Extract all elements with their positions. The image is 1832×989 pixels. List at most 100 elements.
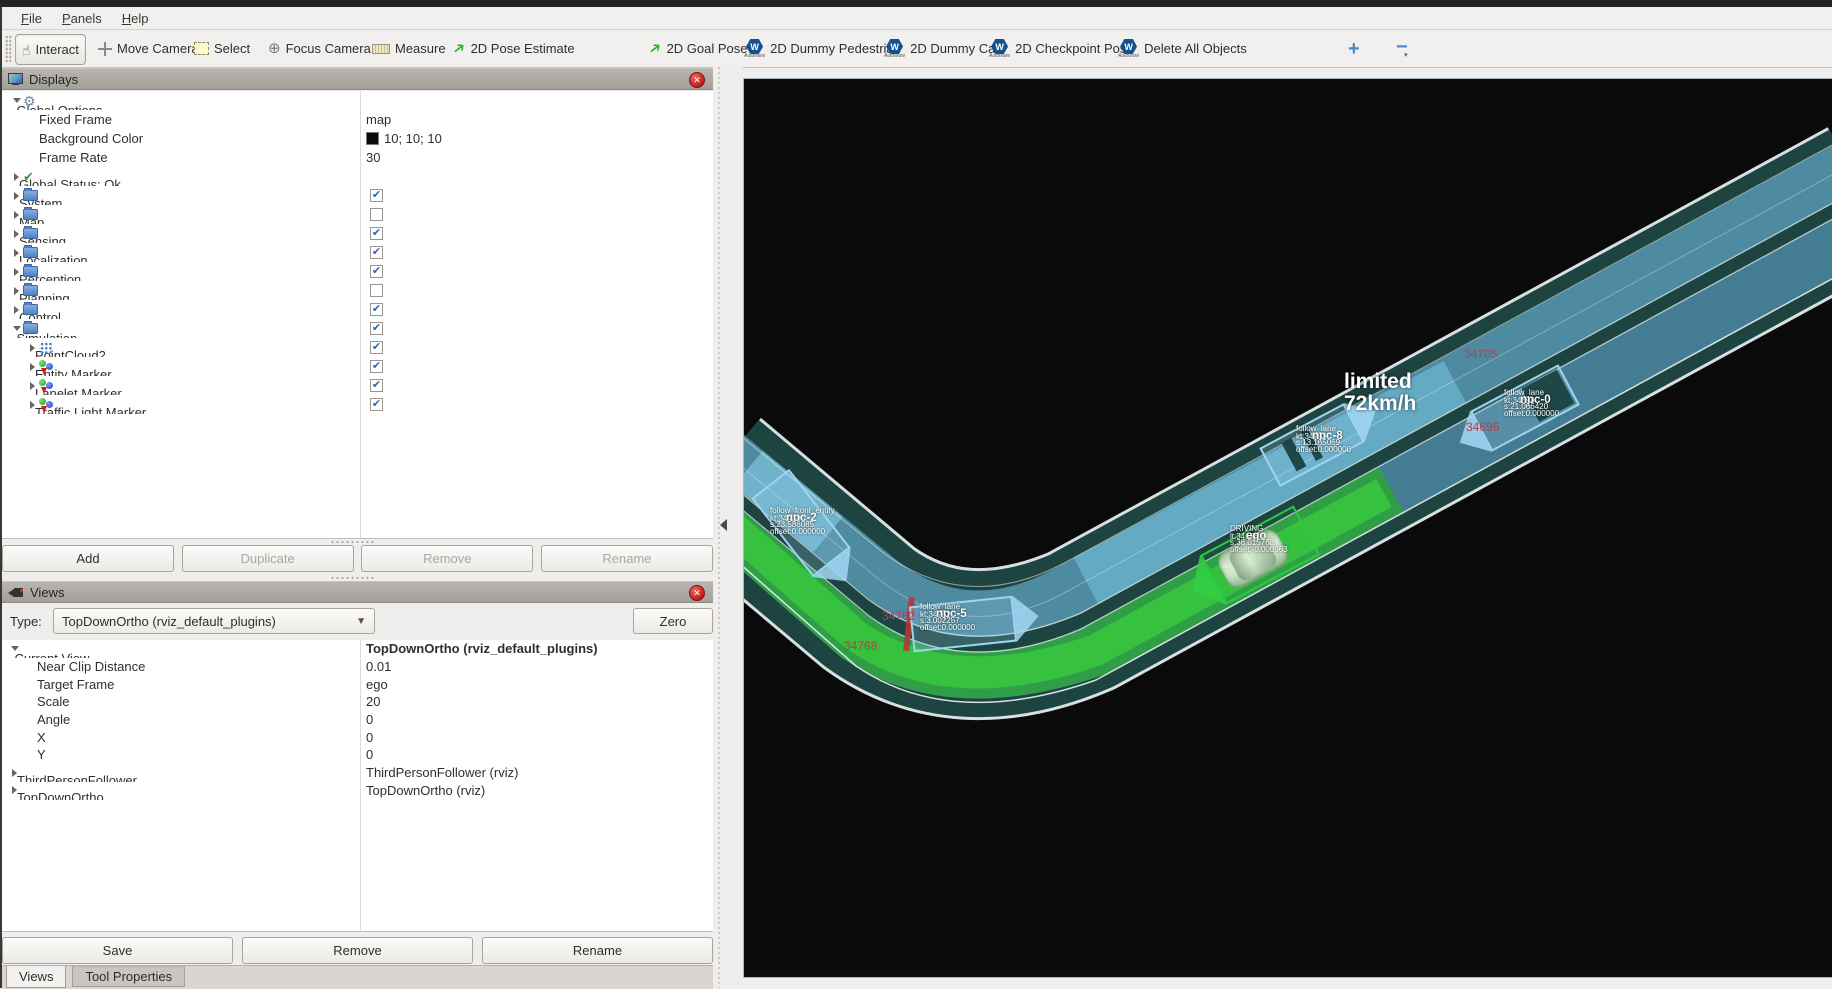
enable-checkbox[interactable]: ✔ [370,322,383,335]
expand-arrow-icon[interactable]: TopDownOrtho [8,786,21,794]
displays-row-global-options[interactable]: Global Options⚙ [2,91,713,110]
property-value[interactable]: 20 [366,694,380,709]
views-row-y[interactable]: Y0 [2,746,713,764]
expand-arrow-icon[interactable]: PointCloud2 [26,344,39,352]
views-row-x[interactable]: X0 [2,728,713,746]
zero-button[interactable]: Zero [633,608,713,634]
expand-arrow-icon[interactable]: Planning [10,287,23,295]
render-viewport-3d[interactable]: follow_lanekt:34705npc-8s:13.165069offse… [743,78,1832,978]
expand-arrow-icon[interactable]: System [10,192,23,200]
property-value[interactable]: 0 [366,747,373,762]
views-row-near-clip-distance[interactable]: Near Clip Distance0.01 [2,658,713,676]
displays-row-simulation[interactable]: Simulation ✔ [2,319,713,338]
displays-panel-titlebar[interactable]: Displays ✕ [2,68,713,90]
enable-checkbox[interactable]: ✔ [370,246,383,259]
displays-row-traffic-light-marker[interactable]: Traffic Light Marker ✔ [2,395,713,414]
views-row-thirdpersonfollower[interactable]: ThirdPersonFollower ThirdPersonFollower (… [2,764,713,782]
vehicle-label-npc-8: follow_lanekt:34705npc-8s:13.165069offse… [1296,425,1351,454]
displays-row-localization[interactable]: Localization ✔ [2,243,713,262]
displays-row-entity-marker[interactable]: Entity Marker ✔ [2,357,713,376]
displays-row-lanelet-marker[interactable]: Lanelet Marker ✔ [2,376,713,395]
tool-focus-camera[interactable]: ⊕Focus Camera [262,34,377,63]
enable-checkbox[interactable]: ✔ [370,360,383,373]
property-value[interactable]: 0 [366,712,373,727]
tool-select[interactable]: Select [188,34,256,63]
expand-arrow-icon[interactable]: Sensing [10,230,23,238]
displays-row-frame-rate[interactable]: Frame Rate30 [2,148,713,167]
displays-row-map[interactable]: Map [2,205,713,224]
displays-close-button[interactable]: ✕ [689,72,705,88]
enable-checkbox[interactable] [370,284,383,297]
displays-row-background-color[interactable]: Background Color10; 10; 10 [2,129,713,148]
property-value[interactable]: 30 [366,150,380,165]
views-row-target-frame[interactable]: Target Frameego [2,675,713,693]
expand-arrow-icon[interactable]: Map [10,211,23,219]
displays-row-sensing[interactable]: Sensing ✔ [2,224,713,243]
property-value[interactable]: ego [366,677,388,692]
enable-checkbox[interactable]: ✔ [370,265,383,278]
displays-row-perception[interactable]: Perception ✔ [2,262,713,281]
property-value[interactable]: TopDownOrtho (rviz) [366,783,485,798]
views-row-scale[interactable]: Scale20 [2,693,713,711]
expand-arrow-icon[interactable]: Localization [10,249,23,257]
save-button[interactable]: Save [2,937,233,964]
views-tree[interactable]: Current View TopDownOrtho (rviz_default_p… [2,640,713,932]
add-button[interactable]: Add [2,545,174,572]
property-value[interactable]: 0 [366,730,373,745]
displays-row-control[interactable]: Control ✔ [2,300,713,319]
views-panel-titlebar[interactable]: Views ✕ [2,581,713,603]
collapse-arrow-icon[interactable]: Global Options [10,98,23,103]
views-row-topdownortho[interactable]: TopDownOrtho TopDownOrtho (rviz) [2,782,713,800]
expand-arrow-icon[interactable]: Entity Marker [26,363,39,371]
enable-checkbox[interactable]: ✔ [370,303,383,316]
enable-checkbox[interactable]: ✔ [370,341,383,354]
add-tool-button[interactable]: + [1342,34,1366,63]
views-close-button[interactable]: ✕ [689,585,705,601]
remove-tool-button[interactable]: −▾ [1390,34,1414,63]
property-value[interactable]: 0.01 [366,659,391,674]
property-value[interactable]: map [366,112,391,127]
toolbar-drag-handle[interactable] [5,35,12,63]
tool-delete-all-objects[interactable]: WAutowareDelete All Objects [1112,34,1253,63]
property-value[interactable]: 10; 10; 10 [384,131,442,146]
rename-button[interactable]: Rename [482,937,713,964]
menu-item-panels[interactable]: Panels [53,9,111,28]
displays-row-pointcloud2[interactable]: PointCloud2 ✔ [2,338,713,357]
displays-tree[interactable]: Global Options⚙Fixed FramemapBackground … [2,91,713,539]
collapse-arrow-icon[interactable]: Current View [8,646,21,651]
expand-arrow-icon[interactable]: Lanelet Marker [26,382,39,390]
splitter-handle[interactable] [330,540,376,544]
enable-checkbox[interactable]: ✔ [370,379,383,392]
splitter-handle[interactable] [330,576,376,580]
collapse-arrow-icon[interactable] [720,519,727,531]
displays-row-planning[interactable]: Planning [2,281,713,300]
views-row-current-view[interactable]: Current View TopDownOrtho (rviz_default_p… [2,640,713,658]
tool-2d-pose-estimate[interactable]: ➔2D Pose Estimate [447,34,581,63]
displays-row-system[interactable]: System ✔ [2,186,713,205]
tab-views[interactable]: Views [6,966,66,988]
menu-item-help[interactable]: Help [113,9,158,28]
expand-arrow-icon[interactable]: ThirdPersonFollower [8,769,21,777]
expand-arrow-icon[interactable]: Traffic Light Marker [26,401,39,409]
enable-checkbox[interactable]: ✔ [370,189,383,202]
property-value[interactable]: ThirdPersonFollower (rviz) [366,765,518,780]
enable-checkbox[interactable] [370,208,383,221]
tab-tool-properties[interactable]: Tool Properties [72,966,185,987]
expand-arrow-icon[interactable]: Control [10,306,23,314]
panel-splitter[interactable] [713,67,743,988]
displays-row-fixed-frame[interactable]: Fixed Framemap [2,110,713,129]
collapse-arrow-icon[interactable]: Simulation [10,326,23,331]
displays-row-global-status-ok[interactable]: Global Status: Ok✔ [2,167,713,186]
enable-checkbox[interactable]: ✔ [370,227,383,240]
views-row-angle[interactable]: Angle0 [2,711,713,729]
property-value[interactable]: TopDownOrtho (rviz_default_plugins) [366,641,598,656]
enable-checkbox[interactable]: ✔ [370,398,383,411]
tool-measure[interactable]: Measure [366,34,452,63]
menu-item-file[interactable]: File [12,9,51,28]
expand-arrow-icon[interactable]: Global Status: Ok [10,173,23,181]
tool-2d-goal-pose[interactable]: ➔2D Goal Pose [643,34,754,63]
view-type-combobox[interactable]: TopDownOrtho (rviz_default_plugins) ▼ [53,608,375,634]
tool-interact[interactable]: ☝Interact [15,34,86,65]
remove-button[interactable]: Remove [242,937,473,964]
expand-arrow-icon[interactable]: Perception [10,268,23,276]
